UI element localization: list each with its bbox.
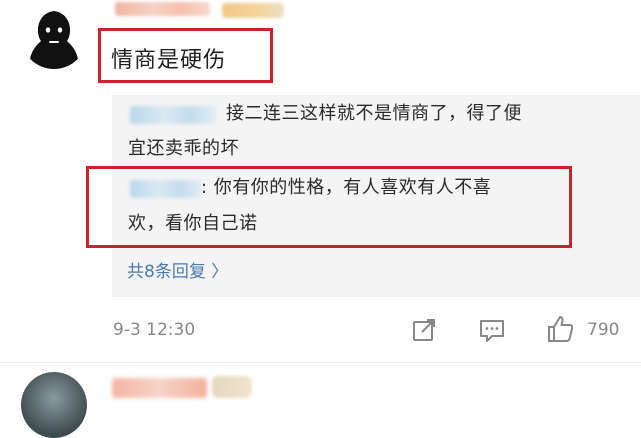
highlight-box-comment [98, 28, 273, 83]
avatar[interactable] [21, 372, 87, 438]
user-badge-blurred [222, 3, 284, 18]
reply-text-line2: 宜还卖乖的坏 [128, 138, 239, 159]
hooded-figure-icon [21, 3, 87, 69]
divider [0, 362, 641, 363]
comment-button[interactable] [478, 316, 506, 348]
comment-icon [480, 320, 504, 342]
username-blurred[interactable] [115, 2, 210, 16]
like-count: 790 [587, 320, 620, 340]
reply-username-blurred[interactable] [130, 106, 216, 124]
avatar[interactable] [21, 3, 87, 69]
username-blurred[interactable] [112, 378, 207, 398]
more-replies-link[interactable]: 共8条回复 〉 [127, 257, 228, 282]
reply-text-line1: 接二连三这样就不是情商了，得了便 [226, 103, 522, 124]
highlight-box-reply [86, 166, 572, 248]
like-button[interactable] [545, 314, 575, 348]
share-button[interactable] [410, 316, 438, 348]
user-badge-blurred [212, 376, 252, 398]
like-icon [548, 316, 574, 342]
share-icon [413, 319, 435, 341]
timestamp: 9-3 12:30 [113, 320, 196, 340]
